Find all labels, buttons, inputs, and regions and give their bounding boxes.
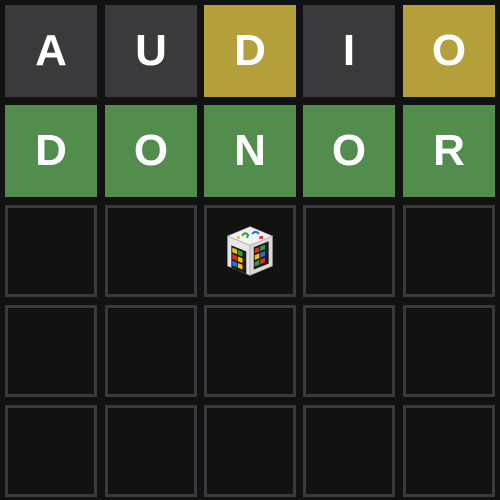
empty-tile — [303, 205, 395, 297]
tile-r1-c4: I — [303, 5, 395, 97]
empty-tile — [5, 305, 97, 397]
empty-tile — [303, 305, 395, 397]
tile-r1-c1: A — [5, 5, 97, 97]
game-board: A U D I O D O N O R — [0, 0, 500, 500]
guess-row-1: A U D I O — [0, 5, 500, 97]
empty-tile — [204, 405, 296, 497]
tile-r1-c3: D — [204, 5, 296, 97]
empty-tile — [403, 205, 495, 297]
tile-r2-c2: O — [105, 105, 197, 197]
tile-r2-c5: R — [403, 105, 495, 197]
tile-r1-c5: O — [403, 5, 495, 97]
tile-r1-c2: U — [105, 5, 197, 97]
empty-row-4 — [0, 305, 500, 397]
dice-tile[interactable] — [204, 205, 296, 297]
empty-tile — [303, 405, 395, 497]
empty-tile — [105, 205, 197, 297]
tile-r2-c1: D — [5, 105, 97, 197]
empty-row-3 — [0, 205, 500, 297]
empty-tile — [5, 205, 97, 297]
empty-tile — [105, 405, 197, 497]
empty-tile — [403, 405, 495, 497]
tile-r2-c3: N — [204, 105, 296, 197]
empty-tile — [5, 405, 97, 497]
empty-tile — [403, 305, 495, 397]
dice-icon[interactable] — [222, 223, 278, 279]
tile-r2-c4: O — [303, 105, 395, 197]
empty-tile — [204, 305, 296, 397]
guess-row-2: D O N O R — [0, 105, 500, 197]
empty-row-5 — [0, 405, 500, 497]
empty-tile — [105, 305, 197, 397]
